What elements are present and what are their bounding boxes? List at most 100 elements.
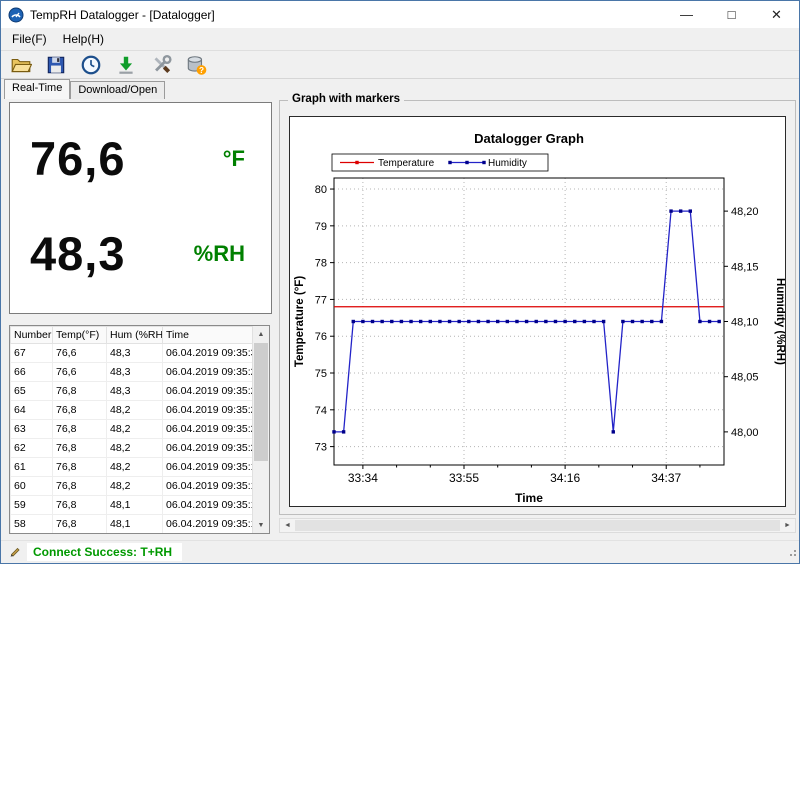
table-row[interactable]: 6376,848,206.04.2019 09:35:23 bbox=[11, 420, 253, 439]
resize-grip[interactable] bbox=[790, 554, 792, 556]
download-icon bbox=[115, 54, 137, 76]
open-folder-icon bbox=[10, 54, 32, 76]
table-column-header[interactable]: Number bbox=[11, 327, 53, 344]
scrollbar-thumb[interactable] bbox=[254, 343, 268, 461]
scroll-left-icon[interactable]: ◄ bbox=[280, 519, 295, 532]
svg-text:75: 75 bbox=[315, 368, 327, 380]
temperature-unit: °F bbox=[223, 146, 245, 172]
table-row[interactable]: 6476,848,206.04.2019 09:35:25 bbox=[11, 401, 253, 420]
table-cell: 06.04.2019 09:35:29 bbox=[163, 363, 253, 382]
svg-text:Humidity (%RH): Humidity (%RH) bbox=[774, 278, 785, 365]
tools-icon bbox=[150, 54, 172, 76]
titlebar: TempRH Datalogger - [Datalogger] — □ ✕ bbox=[1, 1, 799, 28]
svg-text:48,20: 48,20 bbox=[731, 206, 759, 218]
table-row[interactable]: 5876,848,106.04.2019 09:35:12 bbox=[11, 515, 253, 534]
table-cell: 48,2 bbox=[107, 439, 163, 458]
table-row[interactable]: 6276,848,206.04.2019 09:35:21 bbox=[11, 439, 253, 458]
tab-download-open[interactable]: Download/Open bbox=[70, 81, 165, 99]
download-button[interactable] bbox=[111, 52, 141, 77]
svg-text:Humidity: Humidity bbox=[488, 158, 527, 169]
datalogger-chart: Datalogger Graph737475767778798048,0048,… bbox=[289, 116, 786, 507]
graph-groupbox-title: Graph with markers bbox=[288, 93, 404, 105]
table-row[interactable]: 6076,848,206.04.2019 09:35:16 bbox=[11, 477, 253, 496]
scroll-right-icon[interactable]: ► bbox=[780, 519, 795, 532]
table-cell: 66 bbox=[11, 363, 53, 382]
table-cell: 06.04.2019 09:35:18 bbox=[163, 458, 253, 477]
data-table-header-row: NumberTemp(°F)Hum (%RH)Time bbox=[11, 327, 253, 344]
table-cell: 76,8 bbox=[53, 439, 107, 458]
svg-text:77: 77 bbox=[315, 294, 327, 306]
table-column-header[interactable]: Temp(°F) bbox=[53, 327, 107, 344]
svg-text:Temperature: Temperature bbox=[378, 158, 435, 169]
table-cell: 06.04.2019 09:35:14 bbox=[163, 496, 253, 515]
table-row[interactable]: 5976,848,106.04.2019 09:35:14 bbox=[11, 496, 253, 515]
menubar: File(F) Help(H) bbox=[1, 28, 799, 50]
table-cell: 61 bbox=[11, 458, 53, 477]
table-column-header[interactable]: Hum (%RH) bbox=[107, 327, 163, 344]
svg-text:Temperature (°F): Temperature (°F) bbox=[294, 276, 306, 367]
svg-text:73: 73 bbox=[315, 442, 327, 454]
data-table-body: 6776,648,306.04.2019 09:35:316676,648,30… bbox=[11, 344, 253, 534]
table-cell: 64 bbox=[11, 401, 53, 420]
table-cell: 76,8 bbox=[53, 382, 107, 401]
table-cell: 76,6 bbox=[53, 344, 107, 363]
datalogger-chart-svg: Datalogger Graph737475767778798048,0048,… bbox=[290, 117, 785, 506]
svg-text:48,05: 48,05 bbox=[731, 372, 759, 384]
table-cell: 48,2 bbox=[107, 458, 163, 477]
graph-groupbox: Graph with markers Datalogger Graph73747… bbox=[279, 100, 796, 515]
connect-button[interactable]: ? bbox=[181, 52, 211, 77]
window-title: TempRH Datalogger - [Datalogger] bbox=[30, 8, 215, 22]
table-row[interactable]: 6776,648,306.04.2019 09:35:31 bbox=[11, 344, 253, 363]
table-cell: 06.04.2019 09:35:21 bbox=[163, 439, 253, 458]
menu-file[interactable]: File(F) bbox=[4, 30, 55, 48]
svg-text:Time: Time bbox=[515, 491, 543, 505]
settings-button[interactable] bbox=[146, 52, 176, 77]
svg-text:48,10: 48,10 bbox=[731, 317, 759, 329]
table-cell: 63 bbox=[11, 420, 53, 439]
clock-icon bbox=[80, 54, 102, 76]
maximize-button[interactable]: □ bbox=[709, 1, 754, 28]
table-cell: 76,8 bbox=[53, 496, 107, 515]
save-button[interactable] bbox=[41, 52, 71, 77]
scroll-down-icon[interactable]: ▼ bbox=[253, 517, 269, 533]
svg-text:79: 79 bbox=[315, 221, 327, 233]
table-cell: 48,2 bbox=[107, 477, 163, 496]
table-cell: 67 bbox=[11, 344, 53, 363]
app-window: TempRH Datalogger - [Datalogger] — □ ✕ F… bbox=[0, 0, 800, 564]
svg-text:?: ? bbox=[199, 66, 204, 75]
tabstrip: Real-Time Download/Open bbox=[4, 80, 165, 99]
table-cell: 06.04.2019 09:35:12 bbox=[163, 515, 253, 534]
svg-text:74: 74 bbox=[315, 405, 327, 417]
table-cell: 76,8 bbox=[53, 401, 107, 420]
open-folder-button[interactable] bbox=[6, 52, 36, 77]
tab-real-time[interactable]: Real-Time bbox=[4, 79, 70, 99]
table-cell: 48,1 bbox=[107, 496, 163, 515]
table-cell: 62 bbox=[11, 439, 53, 458]
pen-icon bbox=[8, 545, 22, 559]
hscrollbar-thumb[interactable] bbox=[295, 520, 780, 531]
table-cell: 48,2 bbox=[107, 420, 163, 439]
table-column-header[interactable]: Time bbox=[163, 327, 253, 344]
temperature-readout: 76,6 °F bbox=[30, 131, 245, 186]
close-button[interactable]: ✕ bbox=[754, 1, 799, 28]
svg-text:34:37: 34:37 bbox=[651, 471, 681, 485]
svg-text:34:16: 34:16 bbox=[550, 471, 580, 485]
table-cell: 76,8 bbox=[53, 420, 107, 439]
log-table-panel: NumberTemp(°F)Hum (%RH)Time 6776,648,306… bbox=[9, 325, 270, 534]
table-row[interactable]: 6676,648,306.04.2019 09:35:29 bbox=[11, 363, 253, 382]
menu-help[interactable]: Help(H) bbox=[55, 30, 112, 48]
app-icon bbox=[8, 7, 24, 23]
table-cell: 48,2 bbox=[107, 401, 163, 420]
history-button[interactable] bbox=[76, 52, 106, 77]
table-row[interactable]: 6576,848,306.04.2019 09:35:27 bbox=[11, 382, 253, 401]
graph-horizontal-scrollbar[interactable]: ◄ ► bbox=[279, 518, 796, 533]
scroll-up-icon[interactable]: ▲ bbox=[253, 326, 269, 342]
table-row[interactable]: 6176,848,206.04.2019 09:35:18 bbox=[11, 458, 253, 477]
table-cell: 06.04.2019 09:35:23 bbox=[163, 420, 253, 439]
table-cell: 76,6 bbox=[53, 363, 107, 382]
svg-text:48,15: 48,15 bbox=[731, 261, 759, 273]
table-cell: 76,8 bbox=[53, 477, 107, 496]
minimize-button[interactable]: — bbox=[664, 1, 709, 28]
table-vertical-scrollbar[interactable]: ▲ ▼ bbox=[252, 326, 269, 533]
svg-text:33:55: 33:55 bbox=[449, 471, 479, 485]
